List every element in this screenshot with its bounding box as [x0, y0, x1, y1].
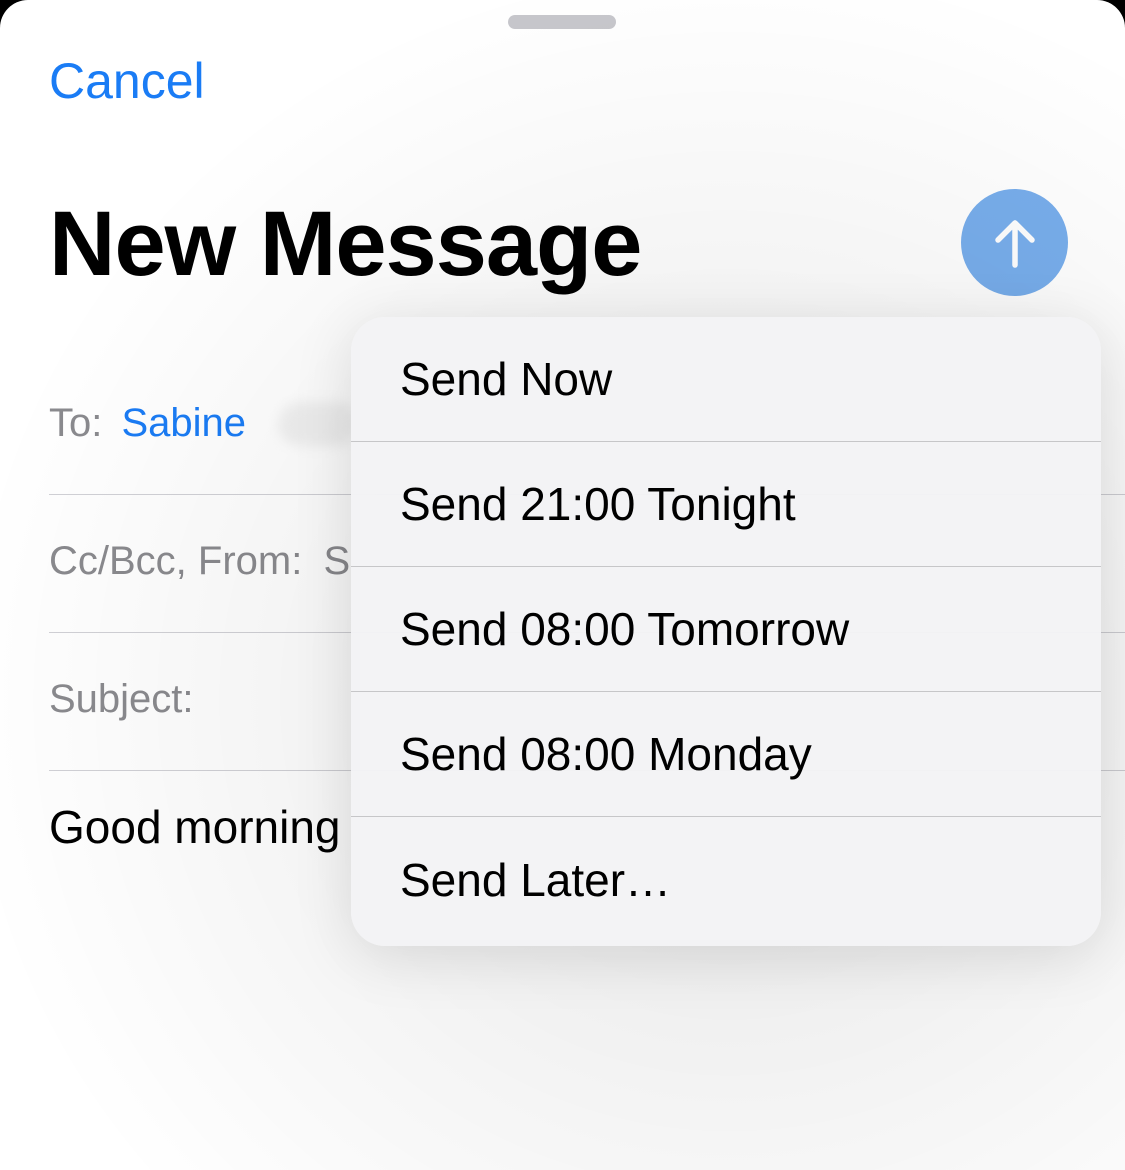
message-body[interactable]: Good morning [49, 800, 341, 854]
to-label: To: [49, 401, 103, 445]
recipient-token[interactable]: Sabine [121, 401, 246, 445]
compose-sheet: Cancel New Message To: Sabine Cc/Bcc, Fr… [0, 0, 1125, 1170]
cancel-button[interactable]: Cancel [49, 52, 205, 110]
to-field[interactable]: To: Sabine [49, 401, 246, 446]
subject-field[interactable]: Subject: [49, 677, 194, 722]
send-button[interactable] [961, 189, 1068, 296]
subject-label: Subject: [49, 677, 194, 721]
from-value: S [323, 539, 351, 583]
menu-item-send-tonight[interactable]: Send 21:00 Tonight [351, 442, 1101, 567]
menu-item-send-tomorrow[interactable]: Send 08:00 Tomorrow [351, 567, 1101, 692]
page-title: New Message [49, 193, 642, 295]
menu-item-send-now[interactable]: Send Now [351, 317, 1101, 442]
arrow-up-icon [994, 219, 1035, 268]
cc-bcc-from-field[interactable]: Cc/Bcc, From: S [49, 539, 350, 584]
menu-item-send-later[interactable]: Send Later… [351, 817, 1101, 942]
send-options-menu: Send Now Send 21:00 Tonight Send 08:00 T… [351, 317, 1101, 946]
cc-bcc-from-label: Cc/Bcc, From: [49, 539, 303, 583]
menu-item-send-monday[interactable]: Send 08:00 Monday [351, 692, 1101, 817]
sheet-grabber[interactable] [508, 15, 616, 29]
blurred-recipient [278, 402, 358, 446]
